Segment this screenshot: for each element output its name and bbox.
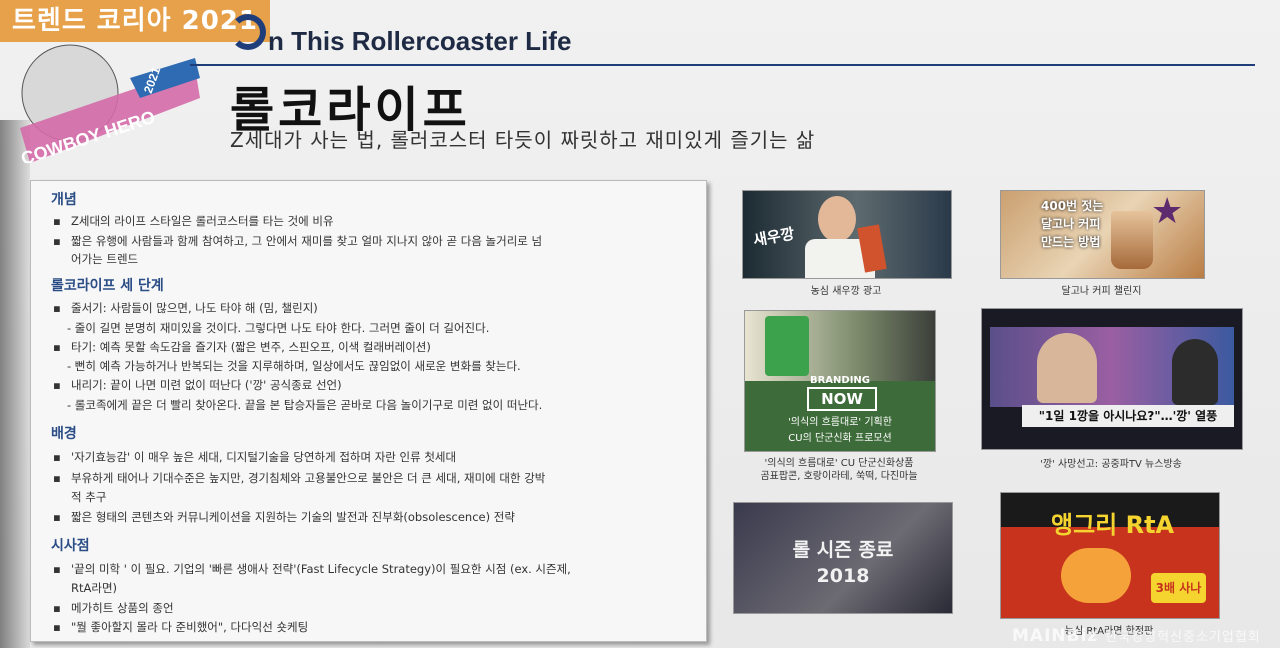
list-sub-item: - 뻔히 예측 가능하거나 반복되는 것을 지루해하며, 일상에서도 끊임없이 … (67, 359, 521, 373)
list-item: ▪ '끝의 미학 ' 이 필요. 기업의 '빠른 생애사 전략'(Fast Lif… (53, 562, 571, 576)
left-edge-shadow (0, 120, 30, 648)
image-text: 앵그리 RtA (1051, 511, 1175, 539)
image-caption: 달고나 커피 챌린지 (1061, 286, 1142, 297)
list-item: ▪ 타기: 예측 못할 속도감을 즐기자 (짧은 변주, 스핀오프, 이색 컬래버… (53, 340, 431, 354)
cowboy-hero-logo: COWBOY HERO 2021 (19, 44, 200, 163)
list-item: ▪ 짧은 형태의 콘텐츠와 커뮤니케이션을 지원하는 기술의 발전과 진부화(ob… (53, 510, 515, 524)
page-title-en: n This Rollercoaster Life (268, 26, 572, 56)
title-divider (190, 64, 1255, 66)
image-rta-ramen: 앵그리 RtA 3배 사나워진 (1000, 492, 1220, 619)
image-text: 새우깡 (751, 224, 796, 250)
image-text: 2018 (816, 565, 870, 587)
mascot-face (1061, 548, 1131, 603)
image-text: '의식의 흐름대로' 기획한 (788, 417, 892, 428)
list-item: ▪ '자기효능감' 이 매우 높은 세대, 디지털기술을 당연하게 접하며 자란 … (53, 450, 457, 464)
image-caption: 곰표팝콘, 호랑이라테, 쑥떡, 다진마늘 (760, 471, 918, 482)
coffee-cup (1111, 211, 1153, 269)
title-o-letter (230, 14, 266, 50)
watermark-sub: 한국경영혁신중소기업협회 (1105, 630, 1261, 645)
image-text: 달고나 커피 (1041, 217, 1101, 231)
section-heading-background: 배경 (51, 426, 77, 442)
image-text: NOW (807, 387, 877, 411)
list-item: ▪ 줄서기: 사람들이 많으면, 나도 타야 해 (밈, 챌린지) (53, 301, 318, 315)
list-item-cont: 적 추구 (71, 490, 107, 504)
list-sub-item: - 롤코족에게 끝은 더 빨리 찾아온다. 끝을 본 탑승자들은 곧바로 다음 … (67, 398, 543, 412)
star-icon: ★ (1151, 191, 1184, 232)
list-item: ▪ 메가히트 상품의 종언 (53, 601, 174, 615)
product-bag (765, 316, 809, 376)
image-badge: 3배 사나워진 (1151, 573, 1206, 618)
slide: 트렌드 코리아 2021 COWBOY HERO 2021 n This Rol… (0, 0, 1280, 648)
image-text: 롤 시즌 종료 (792, 539, 894, 561)
section-heading-implications: 시사점 (51, 538, 90, 554)
content-box: 개념 ▪ Z세대의 라이프 스타일은 롤러코스터를 타는 것에 비유 ▪ 짧은 유행… (30, 180, 707, 642)
list-item: ▪ 부유하게 태어나 기대수준은 높지만, 경기침체와 고용불안으로 불안은 더 … (53, 471, 546, 485)
image-cu-promotion: BRANDING NOW '의식의 흐름대로' 기획한 CU의 단군신화 프로모… (744, 310, 936, 452)
anchor-figure (1172, 339, 1218, 405)
list-item: ▪ 내리기: 끝이 나면 미련 없이 떠난다 ('깡' 공식종료 선언) (53, 378, 342, 392)
image-text: CU의 단군신화 프로모션 (788, 433, 892, 444)
section-heading-stages: 롤코라이프 세 단계 (51, 278, 164, 294)
section-heading-concept: 개념 (51, 192, 77, 208)
image-saewookkang-ad: 새우깡 (742, 190, 952, 279)
list-item: ▪ "뭘 좋아할지 몰라 다 준비했어", 다다익선 숏케팅 (53, 620, 309, 634)
image-dalgona-coffee: ★ 400번 젓는 달고나 커피 만드는 방법 (1000, 190, 1205, 279)
singer-figure (1037, 333, 1097, 403)
list-item-cont: RtA라면) (71, 581, 118, 595)
image-text: 만드는 방법 (1041, 235, 1101, 249)
list-item-cont: 어가는 트렌드 (71, 252, 139, 266)
image-text: 400번 젓는 (1041, 199, 1104, 213)
image-news-broadcast: "1일 1깡을 아시나요?"…'깡' 열풍 (981, 308, 1243, 450)
list-item: ▪ Z세대의 라이프 스타일은 롤러코스터를 타는 것에 비유 (53, 214, 334, 228)
image-lol-season: 롤 시즌 종료 2018 (733, 502, 953, 614)
watermark-brand: MAINBiz (1012, 626, 1099, 646)
page-subtitle: Z세대가 사는 법, 롤러코스터 타듯이 짜릿하고 재미있게 즐기는 삶 (230, 128, 816, 152)
news-caption-bar: "1일 1깡을 아시나요?"…'깡' 열풍 (1022, 405, 1234, 427)
image-text: BRANDING (809, 375, 871, 386)
image-caption: '깡' 사망선고: 공중파TV 뉴스방송 (1040, 459, 1182, 470)
image-caption: 농심 새우깡 광고 (810, 286, 882, 297)
list-sub-item: - 줄이 길면 분명히 재미있을 것이다. 그렇다면 나도 타야 한다. 그러면… (67, 321, 490, 335)
watermark: MAINBiz 한국경영혁신중소기업협회 (1012, 626, 1261, 646)
person-face (818, 196, 856, 242)
list-item: ▪ 짧은 유행에 사람들과 함께 참여하고, 그 안에서 재미를 찾고 얼마 지나… (53, 234, 543, 248)
